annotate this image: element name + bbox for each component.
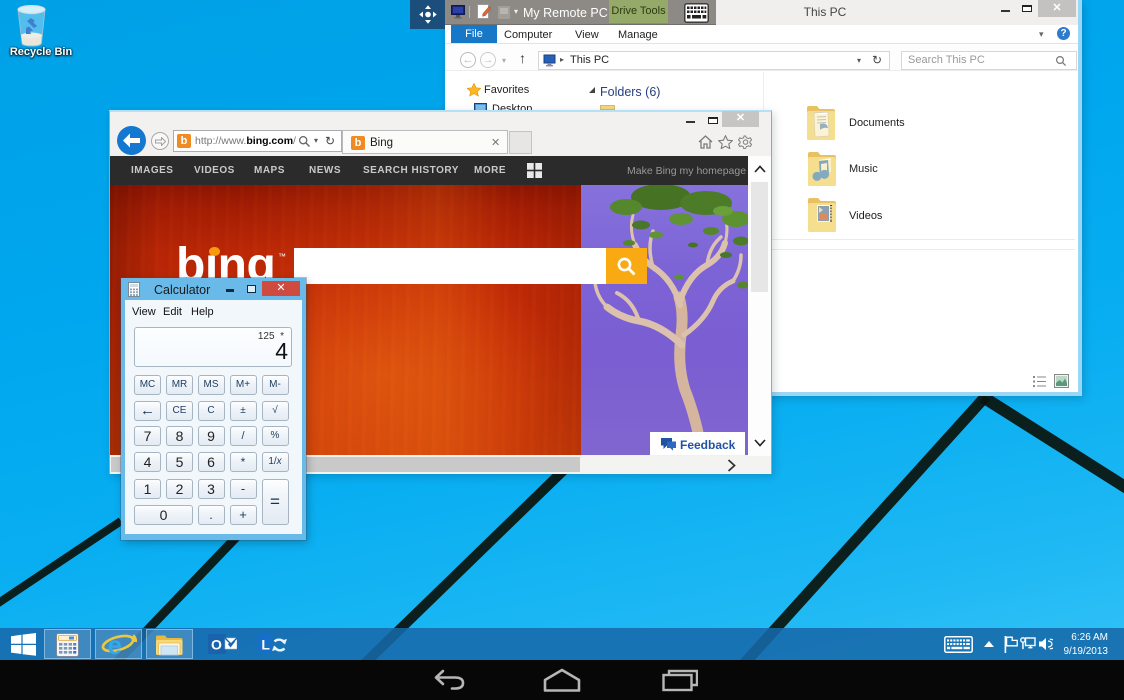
svg-text:L: L bbox=[261, 637, 270, 653]
svg-text:e: e bbox=[108, 630, 122, 659]
svg-text:O: O bbox=[211, 637, 222, 653]
